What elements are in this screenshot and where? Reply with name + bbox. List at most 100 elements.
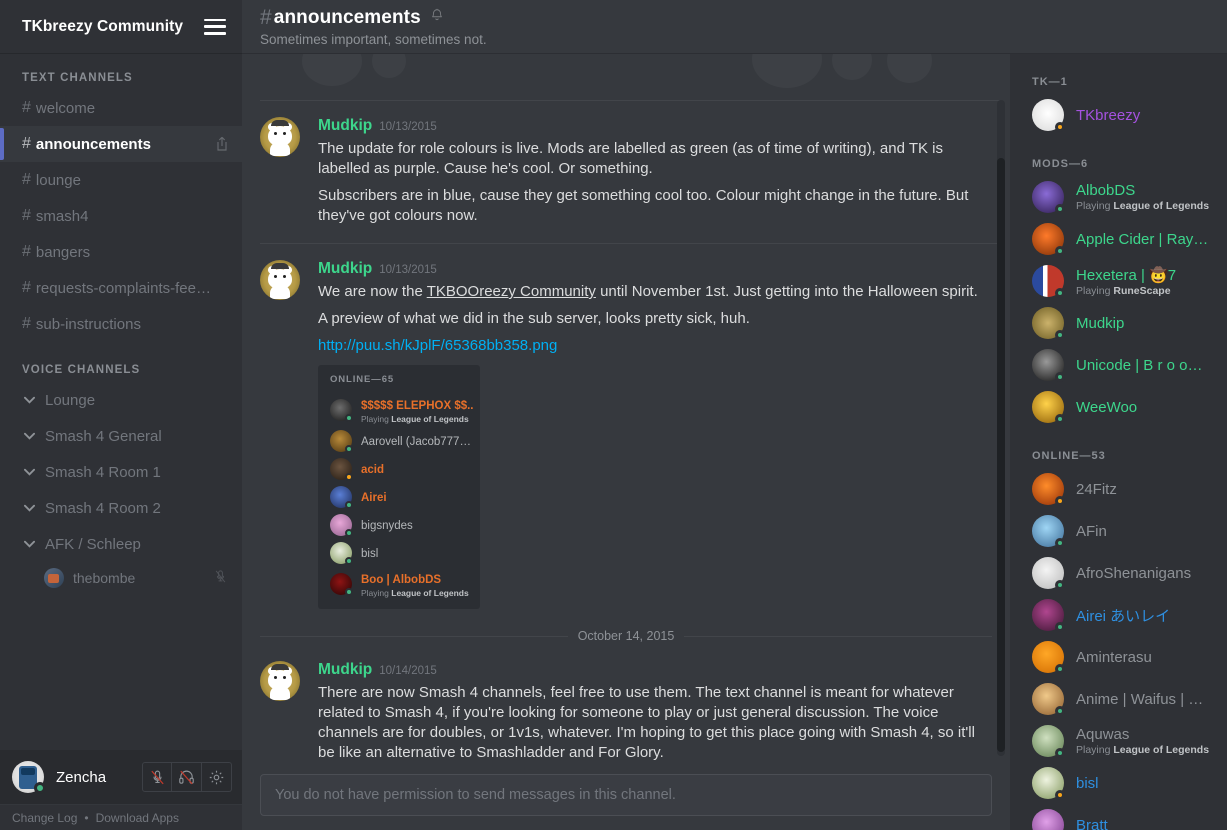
guild-header[interactable]: TKbreezy Community [0,0,242,54]
member-name: Hexetera | 🤠7 [1076,266,1177,284]
member-name: bisl [361,548,379,560]
channel-sub-instructions[interactable]: # sub-instructions [0,306,242,342]
avatar[interactable] [260,117,300,157]
status-badge [1055,288,1065,298]
member-name: Airei [361,492,387,504]
member-list-item[interactable]: Unicode | B r o o… [1010,344,1227,386]
voice-channel-smash-4-room-1[interactable]: Smash 4 Room 1 [0,454,242,490]
message-author[interactable]: Mudkip [318,117,372,135]
voice-channel-smash-4-general[interactable]: Smash 4 General [0,418,242,454]
current-username: Zencha [56,768,107,786]
member-list-item[interactable]: TKbreezy [1010,94,1227,136]
member-name: 24Fitz [1076,480,1117,498]
deafen-icon[interactable] [172,762,202,792]
member-name: $$$$$ ELEPHOX $$.. [361,400,474,412]
avatar[interactable] [12,761,46,794]
voice-channel-label: AFK / Schleep [45,535,141,553]
avatar [1032,515,1065,548]
member-list-item[interactable]: Airei あいレイ [1010,594,1227,636]
status-badge [1055,664,1065,674]
message-text: A preview of what we did in the sub serv… [318,310,750,327]
mute-icon[interactable] [142,762,172,792]
chevron-down-icon [22,540,36,548]
voice-controls [142,762,232,792]
muted-icon [213,569,228,587]
status-badge [1055,496,1065,506]
member-list-item[interactable]: Apple Cider | RayB… [1010,218,1227,260]
member-name: AlbobDS [1076,182,1136,199]
hamburger-icon[interactable] [204,18,226,35]
member-group-header: TK—1 [1032,76,1068,88]
message-author[interactable]: Mudkip [318,661,372,679]
status-badge [1055,246,1065,256]
status-badge [1055,580,1065,590]
channel-requests-complaints-fee-[interactable]: # requests-complaints-fee… [0,270,242,306]
channel-smash4[interactable]: # smash4 [0,198,242,234]
member-list[interactable]: TK—1 TKbreezy MODS—6 AlbobDS Playing League … [1010,54,1227,830]
member-list-item[interactable]: bisl [1010,762,1227,804]
channel-welcome[interactable]: # welcome [0,90,242,126]
voice-member[interactable]: thebombe [0,562,242,594]
channel-label: lounge [35,171,81,189]
message-scrollbar[interactable] [997,100,1005,756]
status-badge [1055,204,1065,214]
avatar [1032,809,1064,830]
message-timestamp: 10/14/2015 [379,665,437,677]
member-list-item[interactable]: Aquwas Playing League of Legends [1010,720,1227,762]
voice-channel-afk-schleep[interactable]: AFK / Schleep [0,526,242,562]
image-embed[interactable]: ONLINE—65 $$$$$ ELEPHOX $$.. Playing Leagu… [318,365,480,609]
member-name: Aminterasu [1076,648,1152,666]
member-list-item[interactable]: Hexetera | 🤠7 Playing RuneScape [1010,260,1227,302]
avatar [330,542,353,565]
member-name: TKbreezy [1076,106,1141,124]
message-input[interactable]: You do not have permission to send messa… [260,774,992,816]
member-list-item[interactable]: AfroShenanigans [1010,552,1227,594]
invite-icon[interactable] [214,135,230,153]
status-badge [1055,748,1065,758]
avatar[interactable] [260,260,300,300]
voice-channels-category: VOICE CHANNELS [22,364,141,376]
date-separator: October 14, 2015 [260,629,993,643]
voice-channel-label: Smash 4 General [45,427,162,445]
message-text: We are now the TKBOOreezy Community unti… [318,283,978,300]
member-name: bisl [1076,774,1099,792]
avatar [1032,725,1065,758]
channel-announcements[interactable]: # announcements [0,126,242,162]
scrollbar-thumb[interactable] [997,158,1005,752]
member-list-item[interactable]: AFin [1010,510,1227,552]
list-item: acid [318,455,480,483]
hash-icon: # [260,6,272,29]
member-list-item[interactable]: Mudkip [1010,302,1227,344]
avatar [1032,641,1065,674]
avatar [44,568,64,588]
member-list-item[interactable]: WeeWoo [1010,386,1227,428]
status-badge [1055,372,1065,382]
avatar [330,430,353,453]
member-activity: Playing League of Legends [1076,744,1210,756]
download-apps-link[interactable]: Download Apps [96,811,179,825]
message-author[interactable]: Mudkip [318,260,372,278]
change-log-link[interactable]: Change Log [12,811,77,825]
channel-lounge[interactable]: # lounge [0,162,242,198]
gear-icon[interactable] [202,762,232,792]
message-link[interactable]: http://puu.sh/kJplF/65368bb358.png [318,337,557,354]
voice-channel-lounge[interactable]: Lounge [0,382,242,418]
date-separator-label: October 14, 2015 [577,629,675,643]
status-badge [1055,622,1065,632]
member-list-item[interactable]: Aminterasu [1010,636,1227,678]
member-list-item[interactable]: Bratt [1010,804,1227,830]
footer-separator: • [84,810,89,825]
member-list-item[interactable]: 24Fitz [1010,468,1227,510]
member-name: Mudkip [1076,314,1125,332]
mention-link[interactable]: TKBOOreezy Community [427,283,596,300]
status-badge [345,588,353,596]
voice-channel-smash-4-room-2[interactable]: Smash 4 Room 2 [0,490,242,526]
member-list-item[interactable]: Anime | Waifus | N… [1010,678,1227,720]
member-list-item[interactable]: AlbobDS Playing League of Legends [1010,176,1227,218]
member-name: WeeWoo [1076,398,1138,416]
channel-bangers[interactable]: # bangers [0,234,242,270]
list-item: Boo | AlbobDS Playing League of Legends [318,567,480,601]
bell-icon[interactable] [430,7,444,29]
avatar[interactable] [260,661,300,701]
chevron-down-icon [22,396,36,404]
